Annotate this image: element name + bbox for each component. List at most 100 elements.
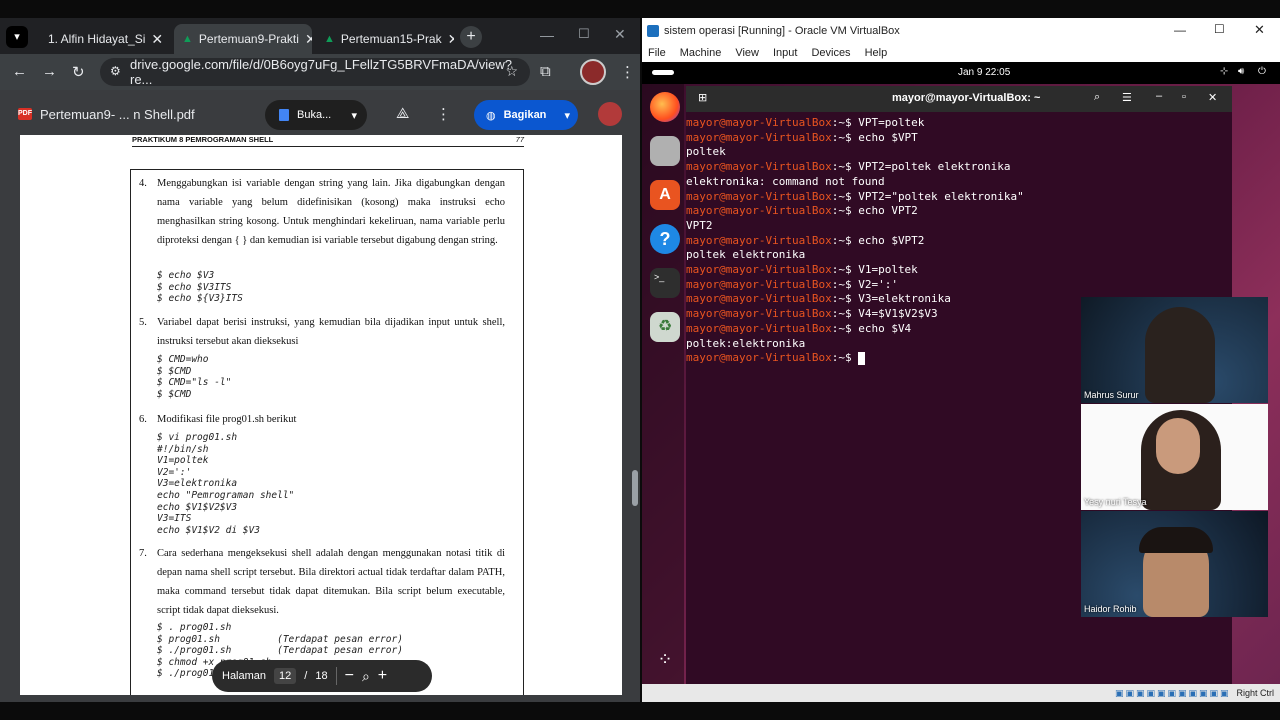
show-apps-icon[interactable]: ⁘	[650, 644, 680, 674]
close-window-icon[interactable]: ✕	[1208, 91, 1217, 104]
participant-name: Haidor Rohib	[1084, 604, 1137, 614]
clock[interactable]: Jan 9 22:05	[958, 67, 1010, 78]
tab-search-icon[interactable]: ▾	[6, 26, 28, 48]
open-with-button[interactable]: Buka... ▾	[265, 100, 367, 130]
share-button[interactable]: ◍ Bagikan ▾	[474, 100, 578, 130]
code-block: $ echo $V3 $ echo $V3ITS $ echo ${V3}ITS	[157, 270, 243, 305]
activities-indicator[interactable]	[652, 70, 674, 75]
drive-icon: ▲	[324, 33, 335, 45]
trash-icon[interactable]: ♻	[650, 312, 680, 342]
add-shortcut-icon[interactable]: ⟁	[396, 105, 409, 122]
scrollbar-thumb[interactable]	[632, 470, 638, 506]
terminal-prompt: mayor@mayor-VirtualBox	[686, 160, 832, 174]
chevron-down-icon[interactable]: ▾	[564, 109, 570, 122]
item-number: 7.	[139, 548, 147, 559]
menu-help[interactable]: Help	[865, 47, 888, 59]
terminal-line: elektronika: command not found	[686, 174, 885, 188]
menu-file[interactable]: File	[648, 47, 666, 59]
new-tab-icon[interactable]: +	[460, 26, 482, 48]
maximize-icon[interactable]: ☐	[578, 26, 590, 42]
menu-machine[interactable]: Machine	[680, 47, 722, 59]
page-header: PRAKTIKUM 8 PEMROGRAMAN SHELL 77	[132, 135, 524, 147]
chevron-down-icon[interactable]: ▾	[351, 109, 357, 122]
terminal-command: V3=elektronika	[858, 292, 951, 306]
close-icon[interactable]: ✕	[305, 31, 312, 48]
help-icon[interactable]: ?	[650, 224, 680, 254]
power-icon[interactable]: ⏻	[1258, 66, 1266, 77]
extensions-icon[interactable]: ⧉	[540, 63, 551, 80]
ubuntu-topbar: Jan 9 22:05 ⊹ 🔊︎ ⏻	[642, 62, 1280, 84]
search-icon[interactable]: ⌕	[1094, 91, 1100, 104]
terminal-command: echo $VPT	[858, 130, 918, 144]
volume-icon[interactable]: 🔊︎	[1238, 66, 1244, 77]
close-icon[interactable]: ✕	[151, 31, 163, 48]
dock: A ? >_ ♻ ⁘	[642, 84, 684, 684]
terminal-command: echo VPT2	[858, 204, 918, 218]
zoom-icon[interactable]: ⌕	[362, 668, 370, 685]
avatar[interactable]	[598, 102, 622, 126]
code-block: $ vi prog01.sh #!/bin/sh V1=poltek V2=':…	[157, 432, 295, 536]
close-icon[interactable]: ✕	[448, 31, 454, 48]
terminal-line: mayor@mayor-VirtualBox:~$ VPT2="poltek e…	[686, 190, 1232, 205]
page-total: 18	[315, 670, 328, 682]
pdf-viewer-header: PDF Pertemuan9- ... n Shell.pdf Buka... …	[0, 90, 640, 140]
tab-3[interactable]: ▲ Pertemuan15-Prak ✕	[316, 24, 454, 54]
zoom-in-icon[interactable]: +	[378, 667, 387, 685]
zoom-out-icon[interactable]: −	[345, 667, 354, 685]
new-tab-icon[interactable]: ⊞	[698, 91, 707, 104]
terminal-line: mayor@mayor-VirtualBox:~$ echo $VPT2	[686, 234, 1232, 249]
participant-video: Yesy nuri Tesya	[1081, 404, 1268, 510]
menu-devices[interactable]: Devices	[811, 47, 850, 59]
maximize-icon[interactable]: ▫	[1182, 91, 1186, 103]
reload-icon[interactable]: ↻	[72, 63, 85, 81]
close-window-icon[interactable]: ✕	[1254, 22, 1265, 38]
terminal-prompt: mayor@mayor-VirtualBox	[686, 233, 832, 247]
terminal-line: mayor@mayor-VirtualBox:~$ V2=':'	[686, 278, 1232, 293]
firefox-icon[interactable]	[650, 92, 680, 122]
page-input[interactable]: 12	[274, 668, 297, 684]
tab-1[interactable]: 1. Alfin Hidayat_Si ✕	[34, 24, 170, 54]
menu-view[interactable]: View	[735, 47, 759, 59]
close-window-icon[interactable]: ✕	[614, 26, 626, 43]
participant-video: Mahrus Surur	[1081, 297, 1268, 403]
terminal-prompt: mayor@mayor-VirtualBox	[686, 351, 832, 365]
more-options-icon[interactable]: ⋮	[436, 105, 451, 123]
files-icon[interactable]	[650, 136, 680, 166]
back-icon[interactable]: ←	[12, 63, 27, 80]
minimize-icon[interactable]: —	[1174, 23, 1186, 37]
minimize-icon[interactable]: —	[540, 27, 554, 43]
tab-strip: ▾ 1. Alfin Hidayat_Si ✕ ▲ Pertemuan9-Pra…	[0, 18, 640, 54]
terminal-prompt: mayor@mayor-VirtualBox	[686, 116, 832, 129]
network-icon[interactable]: ⊹	[1220, 66, 1228, 77]
terminal-line: mayor@mayor-VirtualBox:~$ V1=poltek	[686, 263, 1232, 278]
terminal-prompt: mayor@mayor-VirtualBox	[686, 189, 832, 203]
menu-input[interactable]: Input	[773, 47, 797, 59]
tab-2-label: Pertemuan9-Prakti	[198, 32, 299, 46]
content-box: 4. Menggabungkan isi variable dengan str…	[130, 169, 524, 695]
prompt-suffix: :~$	[831, 233, 859, 247]
globe-icon: ◍	[486, 109, 496, 122]
cursor	[858, 351, 866, 365]
host-key-label: Right Ctrl	[1236, 688, 1274, 698]
menu-icon[interactable]: ⋮	[620, 63, 635, 81]
terminal-prompt: mayor@mayor-VirtualBox	[686, 307, 832, 321]
forward-icon[interactable]: →	[42, 63, 57, 80]
terminal-command: V1=poltek	[858, 263, 918, 277]
maximize-icon[interactable]: ☐	[1214, 22, 1225, 36]
avatar[interactable]	[580, 59, 606, 85]
terminal-command: VPT2=poltek elektronika	[858, 160, 1011, 174]
app-center-icon[interactable]: A	[650, 180, 680, 210]
terminal-command: echo $VPT2	[858, 233, 925, 247]
site-info-icon[interactable]: ⚙	[110, 64, 121, 78]
bookmark-star-icon[interactable]: ☆	[505, 63, 518, 80]
terminal-line: mayor@mayor-VirtualBox:~$ echo $VPT	[686, 131, 1232, 146]
hamburger-menu-icon[interactable]: ☰	[1122, 91, 1132, 104]
minimize-icon[interactable]: –	[1156, 90, 1162, 102]
address-bar[interactable]: ⚙ drive.google.com/file/d/0B6oyg7uFg_LFe…	[100, 57, 530, 87]
prompt-suffix: :~$	[831, 160, 859, 174]
item-text: Menggabungkan isi variable dengan string…	[157, 178, 505, 246]
terminal-icon[interactable]: >_	[650, 268, 680, 298]
avatar	[1145, 307, 1215, 403]
tab-2[interactable]: ▲ Pertemuan9-Prakti ✕	[174, 24, 312, 54]
terminal-command: VPT2="poltek elektronika"	[858, 189, 1024, 203]
